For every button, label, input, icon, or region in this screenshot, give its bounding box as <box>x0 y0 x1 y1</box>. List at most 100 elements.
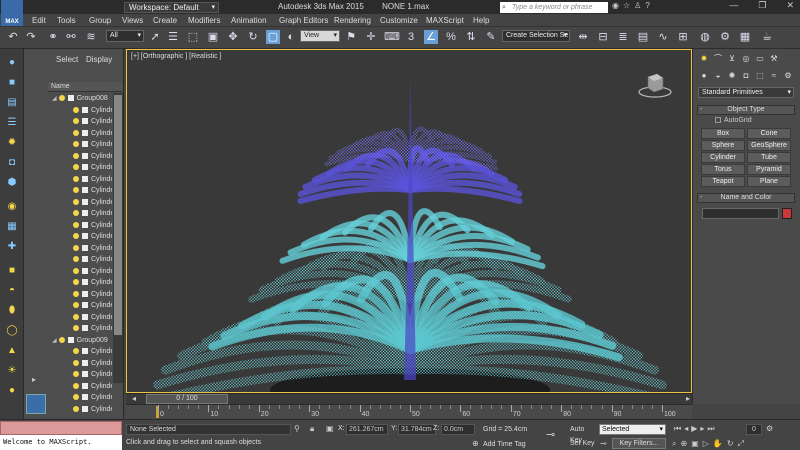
minimize-icon[interactable]: — <box>729 0 738 10</box>
explorer-object-row[interactable]: Cylinder <box>48 323 112 335</box>
next-frame-icon[interactable]: ▸ <box>686 394 690 403</box>
explorer-object-row[interactable]: Cylinder <box>48 208 112 220</box>
display-tab-icon[interactable]: ▭ <box>753 54 767 63</box>
grid-icon[interactable]: ▦ <box>4 221 20 235</box>
key-icon[interactable]: ⊸ <box>546 428 555 441</box>
light-bulb-icon[interactable] <box>73 279 79 286</box>
bind-space-warp-icon[interactable]: ≋ <box>84 30 98 44</box>
rendered-frame-icon[interactable]: ▦ <box>738 30 752 44</box>
maxscript-output[interactable]: Welcome to MAXScript. <box>0 435 122 450</box>
explorer-object-row[interactable]: Cylinder <box>48 105 112 117</box>
user-icon[interactable]: ♙ <box>634 1 645 10</box>
light-bulb-icon[interactable] <box>73 175 79 182</box>
time-tag-icon[interactable]: ⊕ <box>472 439 479 448</box>
torus-icon[interactable]: ◯ <box>4 325 20 339</box>
isolate-icon[interactable]: ⚲ <box>294 424 300 433</box>
absolute-mode-icon[interactable]: ▣ <box>326 424 334 433</box>
select-object-icon[interactable]: ➚ <box>148 30 162 44</box>
pan-icon[interactable]: ✋ <box>713 439 727 448</box>
explorer-object-row[interactable]: Cylinder <box>48 185 112 197</box>
explorer-object-row[interactable]: Cylinder <box>48 151 112 163</box>
cylinder-icon[interactable]: ⬮ <box>4 305 20 319</box>
explorer-column-header[interactable]: Name <box>48 82 122 92</box>
perspective-viewport[interactable]: [+] [Orthographic ] [Realistic ] <box>126 49 692 393</box>
close-icon[interactable]: ✕ <box>786 0 794 10</box>
explorer-object-row[interactable]: Cylinder <box>48 312 112 324</box>
create-tab-icon[interactable]: ✹ <box>697 54 711 63</box>
modify-tab-icon[interactable]: ⌒ <box>711 53 725 64</box>
hierarchy-tab-icon[interactable]: ⊻ <box>725 54 739 63</box>
motion-tab-icon[interactable]: ◎ <box>739 54 753 63</box>
material-editor-icon[interactable]: ◍ <box>698 30 712 44</box>
light-bulb-icon[interactable] <box>73 187 79 194</box>
menu-rendering[interactable]: Rendering <box>334 16 371 25</box>
selection-filter-dropdown[interactable]: All ▾ <box>106 30 144 42</box>
layer-explorer-button[interactable] <box>26 394 46 414</box>
light-bulb-icon[interactable] <box>73 233 79 240</box>
go-to-start-icon[interactable]: ⏮ <box>674 424 684 433</box>
maxscript-listener-input[interactable] <box>0 421 122 435</box>
layer-manager-icon[interactable]: ≣ <box>616 30 630 44</box>
set-key-button[interactable]: Set Key <box>570 438 598 449</box>
tube-button[interactable]: Tube <box>747 152 791 163</box>
render-setup-icon[interactable]: ⚙ <box>718 30 732 44</box>
graphite-toggle-icon[interactable]: ▤ <box>636 30 650 44</box>
viewport-label[interactable]: [+] [Orthographic ] [Realistic ] <box>131 53 221 60</box>
place-icon[interactable]: ◐ <box>284 30 298 44</box>
add-time-tag[interactable]: Add Time Tag <box>483 441 526 448</box>
spinner-snap-icon[interactable]: ⇅ <box>464 30 478 44</box>
menu-animation[interactable]: Animation <box>231 16 267 25</box>
angle-snap-icon[interactable]: ∠ <box>424 30 438 44</box>
panel-icon[interactable]: ▤ <box>4 97 20 111</box>
cone-button[interactable]: Cone <box>747 128 791 139</box>
time-slider[interactable]: 0 / 100 ▸ ◂ <box>126 393 692 404</box>
link-icon[interactable]: ⚭ <box>46 30 60 44</box>
tab-display[interactable]: Display <box>86 55 112 64</box>
viewcube-icon[interactable] <box>637 70 673 100</box>
explorer-object-row[interactable]: Cylinder <box>48 358 112 370</box>
light-bulb-icon[interactable] <box>73 210 79 217</box>
menu-customize[interactable]: Customize <box>380 16 418 25</box>
key-icon-small[interactable]: ⊸ <box>600 439 607 448</box>
search-input[interactable]: ⌕ Type a keyword or phrase <box>500 2 608 13</box>
key-mode-dropdown[interactable]: Selected ▾ <box>599 424 666 435</box>
explorer-object-row[interactable]: Cylinder <box>48 197 112 209</box>
select-by-name-icon[interactable]: ☰ <box>166 30 180 44</box>
light-bulb-icon[interactable] <box>73 152 79 159</box>
explorer-object-row[interactable]: Cylinder <box>48 277 112 289</box>
window-crossing-icon[interactable]: ▣ <box>206 30 220 44</box>
explorer-object-row[interactable]: Cylinder <box>48 300 112 312</box>
pyramid-button[interactable]: Pyramid <box>747 164 791 175</box>
category-dropdown[interactable]: Standard Primitives ▾ <box>698 87 794 98</box>
restore-icon[interactable]: ❐ <box>758 0 766 10</box>
dome-icon[interactable]: ◓ <box>4 285 20 299</box>
explorer-object-row[interactable]: Cylinder <box>48 243 112 255</box>
light-bulb-icon[interactable] <box>73 198 79 205</box>
geometry-icon[interactable]: ● <box>697 71 711 80</box>
explorer-scrollbar[interactable] <box>113 93 123 383</box>
y-coordinate-field[interactable]: 31.784cm <box>398 424 436 435</box>
undo-icon[interactable]: ↶ <box>6 30 20 44</box>
keyboard-shortcut-icon[interactable]: ⌨ <box>384 30 400 44</box>
align-icon[interactable]: ⊟ <box>596 30 610 44</box>
explorer-object-row[interactable]: Cylinder <box>48 404 112 416</box>
autogrid-checkbox[interactable]: AutoGrid <box>715 117 752 124</box>
star-icon[interactable]: ☆ <box>623 1 634 10</box>
cone-icon[interactable]: ▲ <box>4 345 20 359</box>
light-bulb-icon[interactable] <box>73 313 79 320</box>
light-bulb-icon[interactable] <box>73 394 79 401</box>
light-bulb-icon[interactable] <box>73 325 79 332</box>
explorer-object-row[interactable]: Cylinder <box>48 254 112 266</box>
x-coordinate-field[interactable]: 261.267cm <box>346 424 388 435</box>
helpers-icon[interactable]: ⬚ <box>753 71 767 80</box>
unlink-icon[interactable]: ⚯ <box>64 30 78 44</box>
current-frame-field[interactable]: 0 <box>746 424 762 435</box>
explorer-object-row[interactable]: Cylinder <box>48 174 112 186</box>
light-bulb-icon[interactable] <box>58 95 65 102</box>
geosphere-button[interactable]: GeoSphere <box>747 140 791 151</box>
light-bulb-icon[interactable] <box>73 244 79 251</box>
cameras-icon[interactable]: ◘ <box>739 71 753 80</box>
prev-frame-icon[interactable]: ◂ <box>132 394 136 403</box>
auto-key-button[interactable]: Auto Key <box>570 424 598 444</box>
name-color-rollout[interactable]: - Name and Color <box>697 193 795 203</box>
